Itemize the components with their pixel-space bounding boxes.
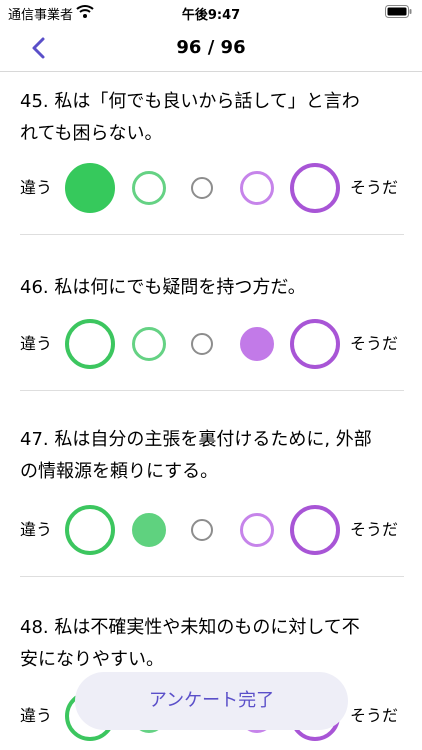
divider [20, 576, 404, 577]
option-strongly-disagree[interactable] [65, 163, 115, 213]
option-strongly-agree[interactable] [290, 319, 340, 369]
scale-right-label: そうだ [350, 334, 399, 353]
question-text-line2: の情報源を頼りにする。 [20, 461, 219, 482]
option-agree[interactable] [240, 513, 274, 547]
scale-right-label: そうだ [350, 520, 399, 539]
question-text: 46. 私は何にでも疑問を持つ方だ。 [20, 272, 404, 304]
battery-icon [385, 5, 412, 18]
nav-bar: 96 / 96 [0, 24, 422, 72]
question-text: 47. 私は自分の主張を裏付けるために, 外部 の情報源を頼りにする。 [20, 424, 404, 488]
question-text: 48. 私は不確実性や未知のものに対して不 安になりやすい。 [20, 612, 404, 676]
question-text-line1: 48. 私は不確実性や未知のものに対して不 [20, 617, 360, 638]
scale-left-label: 違う [20, 178, 53, 197]
divider [20, 390, 404, 391]
option-strongly-agree[interactable] [290, 505, 340, 555]
scale-right-label: そうだ [350, 706, 399, 725]
scale-left-label: 違う [20, 334, 53, 353]
question-text-line1: 47. 私は自分の主張を裏付けるために, 外部 [20, 429, 372, 450]
divider [20, 234, 404, 235]
question-text: 45. 私は「何でも良いから話して」と言わ れても困らない。 [20, 86, 404, 150]
scale-left-label: 違う [20, 706, 53, 725]
option-neutral[interactable] [191, 177, 213, 199]
scale-left-label: 違う [20, 520, 53, 539]
page-title: 96 / 96 [176, 37, 246, 58]
option-strongly-disagree[interactable] [65, 505, 115, 555]
status-bar: 通信事業者 午後9:47 [0, 0, 422, 24]
option-agree[interactable] [240, 327, 274, 361]
option-neutral[interactable] [191, 519, 213, 541]
option-disagree[interactable] [132, 171, 166, 205]
question-text-line1: 46. 私は何にでも疑問を持つ方だ。 [20, 277, 306, 298]
option-neutral[interactable] [191, 333, 213, 355]
question-text-line1: 45. 私は「何でも良いから話して」と言わ [20, 91, 360, 112]
option-strongly-disagree[interactable] [65, 319, 115, 369]
option-agree[interactable] [240, 171, 274, 205]
scale-right-label: そうだ [350, 178, 399, 197]
option-disagree[interactable] [132, 513, 166, 547]
complete-survey-button[interactable]: アンケート完了 [75, 672, 348, 730]
option-disagree[interactable] [132, 327, 166, 361]
status-time: 午後9:47 [181, 8, 241, 23]
question-text-line2: れても困らない。 [20, 123, 163, 144]
option-strongly-agree[interactable] [290, 163, 340, 213]
